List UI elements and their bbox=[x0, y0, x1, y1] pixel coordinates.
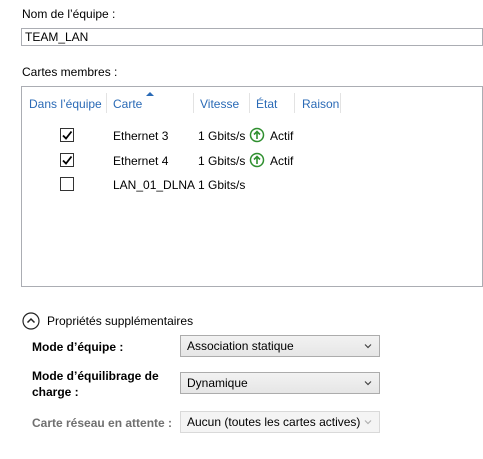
checkmark-icon bbox=[62, 155, 73, 165]
column-divider bbox=[106, 93, 107, 113]
member-adapters-label: Cartes membres : bbox=[22, 65, 118, 79]
table-row[interactable]: Ethernet 3 1 Gbits/s Actif bbox=[22, 126, 482, 146]
in-team-checkbox[interactable] bbox=[60, 177, 74, 191]
standby-adapter-select: Aucun (toutes les cartes actives) bbox=[180, 411, 380, 433]
column-header-status[interactable]: État bbox=[256, 96, 277, 114]
adapter-name: LAN_01_DLNA bbox=[113, 178, 196, 192]
standby-adapter-label: Carte réseau en attente : bbox=[32, 416, 173, 430]
standby-adapter-value: Aucun (toutes les cartes actives) bbox=[187, 415, 361, 429]
column-header-adapter[interactable]: Carte bbox=[113, 96, 142, 114]
teaming-mode-label: Mode d’équipe : bbox=[32, 340, 124, 354]
column-divider bbox=[294, 93, 295, 113]
adapter-name: Ethernet 4 bbox=[113, 154, 169, 168]
checkmark-icon bbox=[62, 130, 73, 140]
up-arrow-circle-icon bbox=[249, 152, 265, 168]
chevron-down-icon bbox=[364, 344, 372, 349]
column-divider bbox=[249, 93, 250, 113]
column-header-reason[interactable]: Raison bbox=[302, 96, 339, 114]
column-divider bbox=[193, 93, 194, 113]
load-balancing-value: Dynamique bbox=[187, 376, 248, 390]
in-team-checkbox[interactable] bbox=[60, 128, 74, 142]
in-team-checkbox[interactable] bbox=[60, 153, 74, 167]
teaming-mode-value: Association statique bbox=[187, 339, 294, 353]
sort-ascending-icon bbox=[146, 92, 154, 96]
adapter-status: Actif bbox=[270, 129, 294, 143]
load-balancing-label-line2: charge : bbox=[32, 385, 79, 399]
table-row[interactable]: Ethernet 4 1 Gbits/s Actif bbox=[22, 151, 482, 171]
column-divider bbox=[340, 93, 341, 113]
additional-properties-toggle[interactable]: Propriétés supplémentaires bbox=[47, 314, 193, 328]
adapter-speed: 1 Gbits/s bbox=[198, 178, 246, 192]
team-name-input[interactable]: TEAM_LAN bbox=[21, 28, 483, 46]
column-header-speed[interactable]: Vitesse bbox=[200, 96, 239, 114]
load-balancing-select[interactable]: Dynamique bbox=[180, 372, 380, 394]
adapter-name: Ethernet 3 bbox=[113, 129, 169, 143]
adapter-speed: 1 Gbits/s bbox=[198, 154, 246, 168]
member-adapters-list[interactable]: Dans l’équipe Carte Vitesse État Raison … bbox=[21, 86, 483, 287]
column-header-in-team[interactable]: Dans l’équipe bbox=[29, 96, 102, 114]
adapter-status: Actif bbox=[270, 154, 294, 168]
chevron-down-icon bbox=[364, 381, 372, 386]
up-arrow-circle-icon bbox=[249, 127, 265, 143]
chevron-down-icon bbox=[364, 420, 372, 425]
load-balancing-label-line1: Mode d’équilibrage de bbox=[32, 369, 159, 383]
teaming-mode-select[interactable]: Association statique bbox=[180, 335, 380, 357]
adapter-speed: 1 Gbits/s bbox=[198, 129, 246, 143]
team-name-label: Nom de l’équipe : bbox=[22, 7, 116, 21]
table-row[interactable]: LAN_01_DLNA 1 Gbits/s bbox=[22, 175, 482, 195]
collapse-chevron-up-icon[interactable] bbox=[22, 312, 40, 330]
